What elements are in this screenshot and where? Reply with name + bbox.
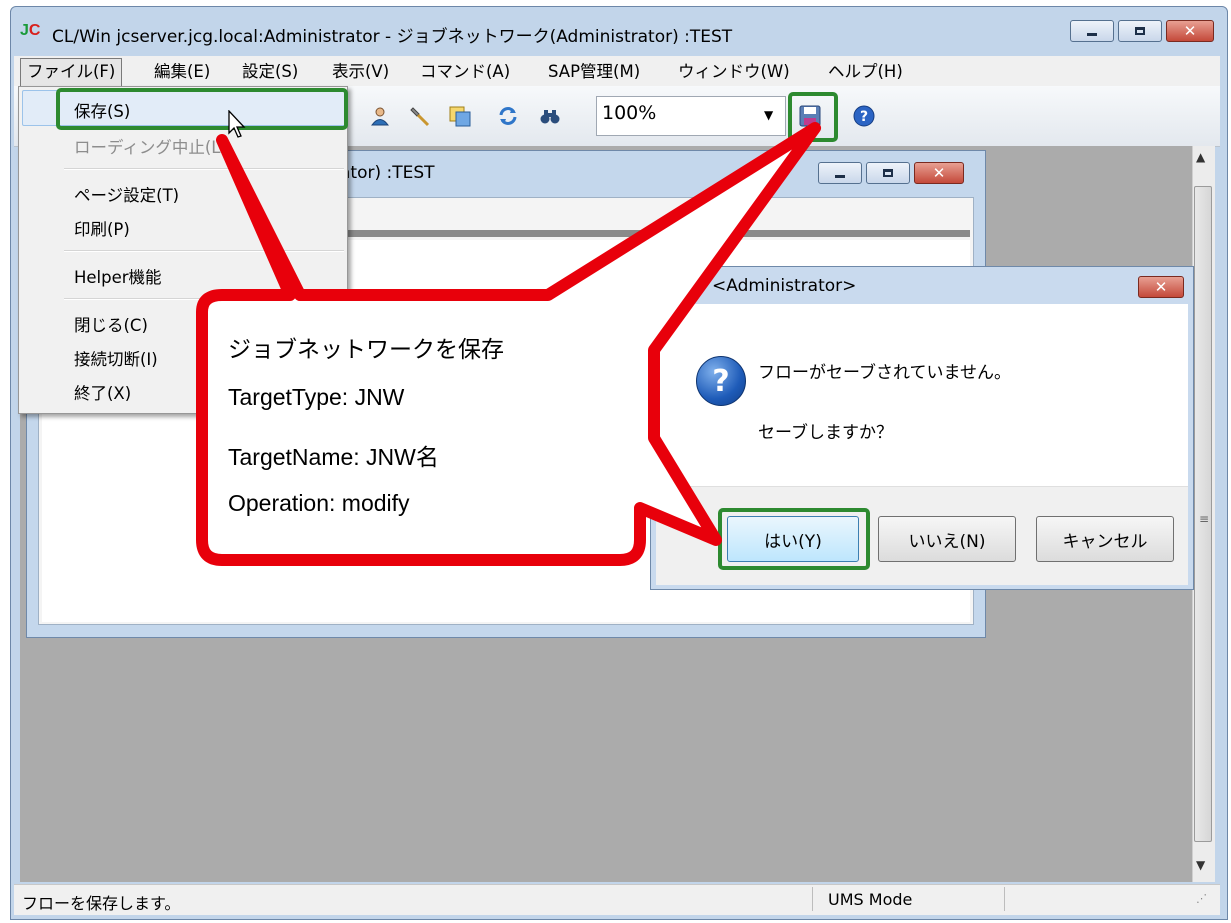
callout-target-type: TargetType: JNW xyxy=(228,384,405,410)
callout-operation: Operation: modify xyxy=(228,490,410,516)
callout-bubble xyxy=(196,122,821,566)
callout-target-name: TargetName: JNW名 xyxy=(228,444,439,470)
mouse-cursor-icon xyxy=(228,110,246,138)
callout-title: ジョブネットワークを保存 xyxy=(228,337,504,363)
